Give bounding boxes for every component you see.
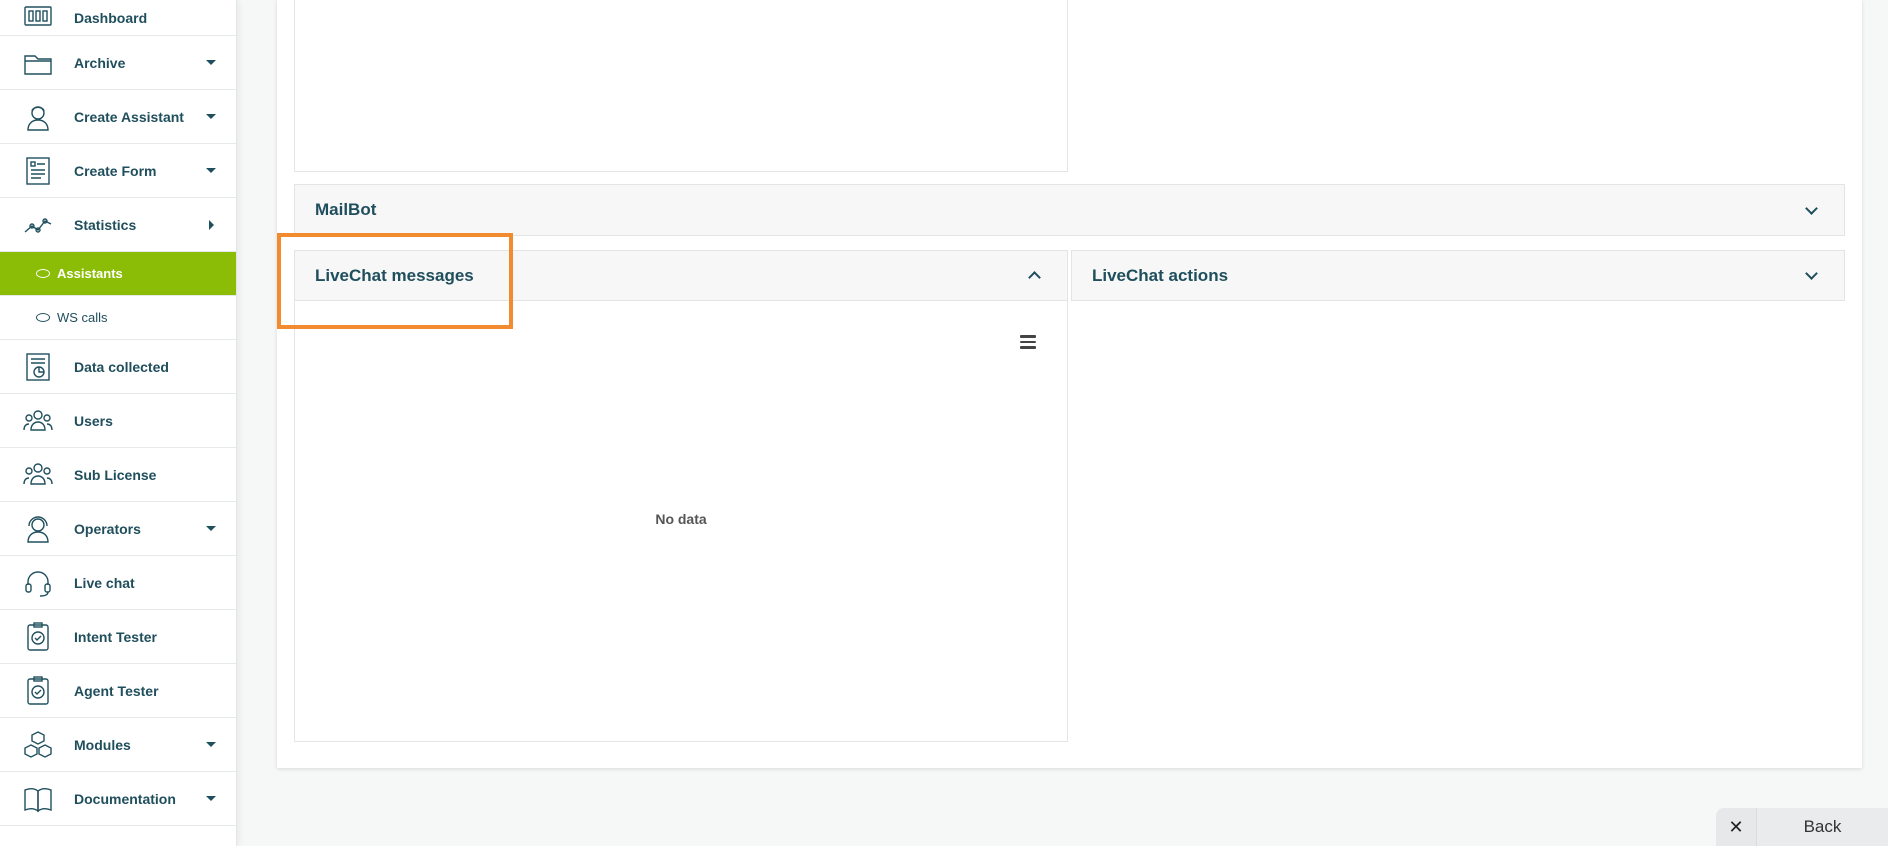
sidebar-item-label: Operators [74,520,141,537]
sidebar-item-create-assistant[interactable]: Create Assistant [0,90,236,144]
sidebar-item-label: Users [74,412,113,429]
operator-icon [22,513,54,545]
assistant-icon [22,101,54,133]
caret-down-icon [206,796,216,801]
sidebar-item-agent-tester[interactable]: Agent Tester [0,664,236,718]
sidebar-item-label: Modules [74,736,131,753]
sidebar-item-modules[interactable]: Modules [0,718,236,772]
sidebar-item-users[interactable]: Users [0,394,236,448]
sidebar-subitem-label: WS calls [57,310,108,325]
form-icon [22,155,54,187]
livechat-messages-chart: No data [294,301,1068,742]
no-data-message: No data [655,511,707,527]
sidebar-item-label: Statistics [74,216,137,233]
modules-icon [22,729,54,761]
sidebar-item-data-collected[interactable]: Data collected [0,340,236,394]
mailbot-title: MailBot [315,200,377,219]
sidebar-item-sub-license[interactable]: Sub License [0,448,236,502]
sidebar-item-statistics[interactable]: Statistics [0,198,236,252]
caret-down-icon [206,526,216,531]
sidebar-item-live-chat[interactable]: Live chat [0,556,236,610]
dashboard-icon [22,2,54,34]
sidebar-subitem-ws-calls[interactable]: WS calls [0,296,236,340]
caret-down-icon [206,114,216,119]
statistics-icon [22,209,54,241]
chevron-down-icon[interactable] [1805,201,1818,215]
previous-chart-panel [294,0,1068,172]
sidebar-item-label: Create Form [74,162,157,179]
mailbot-accordion-header[interactable]: MailBot [294,184,1845,236]
caret-down-icon [206,168,216,173]
agent-tester-icon [22,675,54,707]
sidebar-item-label: Archive [74,54,126,71]
sidebar-item-archive[interactable]: Archive [0,36,236,90]
sub-license-icon [22,459,54,491]
bubble-icon [36,313,50,322]
sidebar-item-label: Live chat [74,574,135,591]
sidebar-item-label: Sub License [74,466,157,483]
headset-icon [22,567,54,599]
sidebar-item-label: Intent Tester [74,628,157,645]
caret-down-icon [206,60,216,65]
close-icon[interactable]: ✕ [1716,808,1756,846]
sidebar-item-label: Data collected [74,358,169,375]
back-bar: ✕ Back [1716,808,1888,846]
sidebar-item-dashboard[interactable]: Dashboard [0,0,236,36]
sidebar-item-create-form[interactable]: Create Form [0,144,236,198]
data-collected-icon [22,351,54,383]
livechat-messages-accordion-header[interactable]: LiveChat messages [294,250,1068,301]
bubble-icon [36,269,50,278]
caret-right-icon [209,219,214,230]
caret-down-icon [206,742,216,747]
sidebar-item-documentation[interactable]: Documentation [0,772,236,826]
chevron-up-icon[interactable] [1028,271,1041,284]
sidebar-item-label: Dashboard [74,9,148,26]
folder-icon [22,47,54,79]
livechat-messages-title: LiveChat messages [315,265,474,285]
sidebar-subitem-assistants[interactable]: Assistants [0,252,236,296]
intent-tester-icon [22,621,54,653]
sidebar-item-label: Documentation [74,790,176,807]
chart-menu-icon[interactable] [1020,335,1036,349]
livechat-actions-title: LiveChat actions [1092,265,1229,285]
sidebar-subitem-label: Assistants [57,266,123,281]
sidebar-item-label: Agent Tester [74,682,159,699]
sidebar-item-operators[interactable]: Operators [0,502,236,556]
chevron-down-icon[interactable] [1805,267,1818,280]
sidebar-item-intent-tester[interactable]: Intent Tester [0,610,236,664]
sidebar-item-label: Create Assistant [74,108,184,125]
book-icon [22,783,54,815]
livechat-actions-accordion-header[interactable]: LiveChat actions [1071,250,1845,301]
back-button[interactable]: Back [1756,808,1888,846]
users-icon [22,405,54,437]
sidebar: Dashboard Archive Create Assistant Creat… [0,0,237,846]
